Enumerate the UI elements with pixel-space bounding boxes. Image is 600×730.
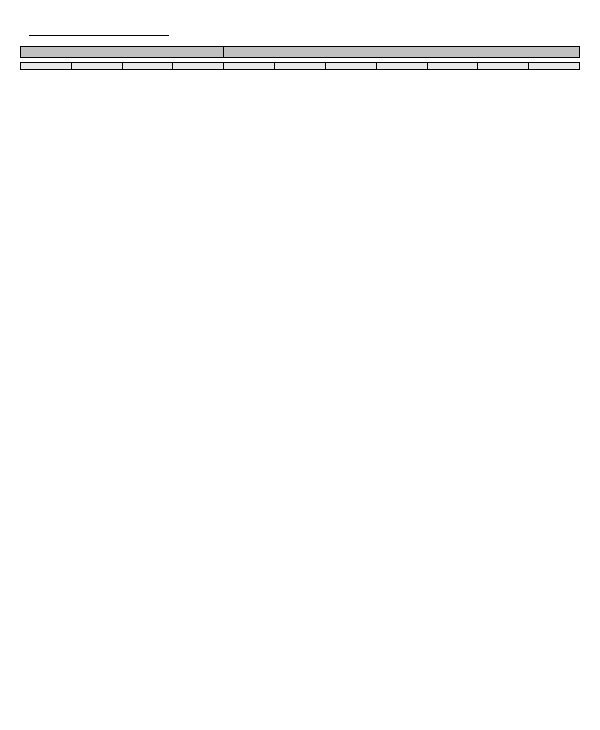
col-sun xyxy=(529,63,580,70)
header-row xyxy=(20,34,580,36)
col-task-description xyxy=(173,63,224,70)
col-header-row xyxy=(21,63,580,70)
col-area-unit xyxy=(122,63,173,70)
project-info-header xyxy=(21,47,224,58)
col-site-address xyxy=(21,63,72,70)
col-thu xyxy=(376,63,427,70)
col-mon xyxy=(224,63,275,70)
main-table xyxy=(20,46,580,70)
section-header-row xyxy=(21,47,580,58)
employee-name xyxy=(29,34,169,36)
col-sat xyxy=(478,63,529,70)
col-tue xyxy=(275,63,326,70)
col-wed xyxy=(325,63,376,70)
work-hour-header xyxy=(224,47,580,58)
col-job-number xyxy=(71,63,122,70)
col-fri xyxy=(427,63,478,70)
